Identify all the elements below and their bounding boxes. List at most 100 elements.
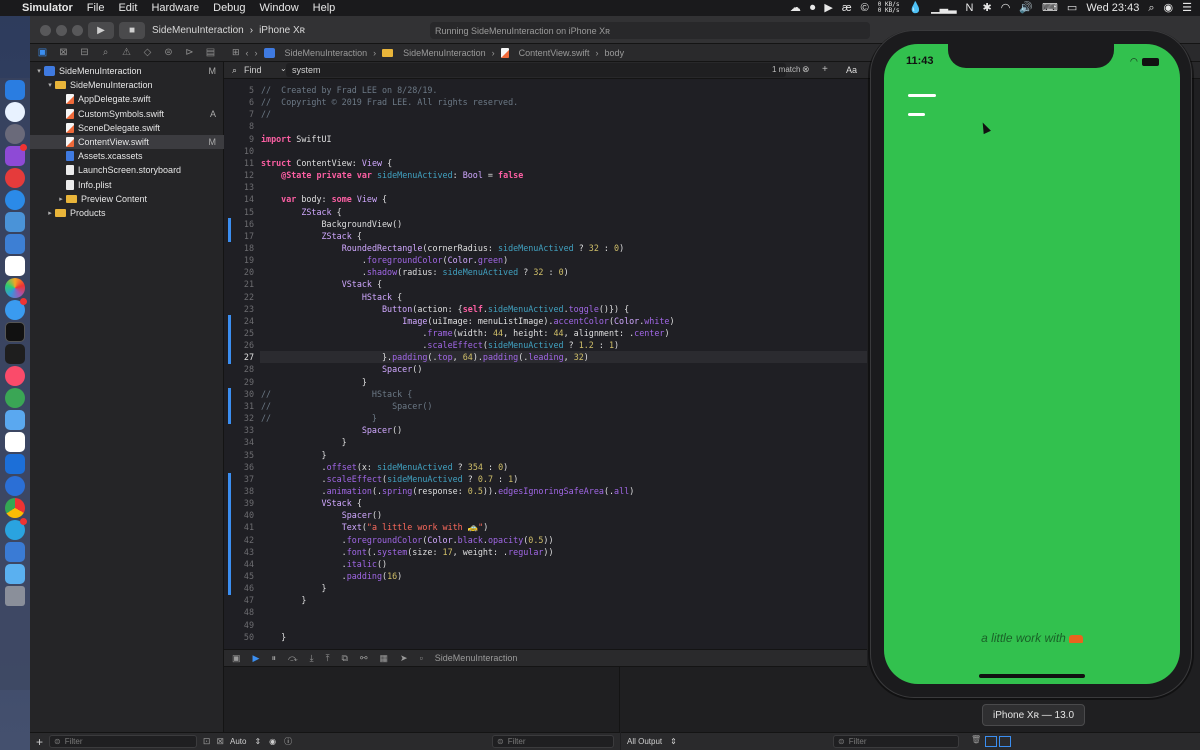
line-number[interactable]: 23 xyxy=(224,304,254,314)
code-line[interactable]: .scaleEffect(sideMenuActived ? 0.7 : 1) xyxy=(261,474,519,484)
warning-icon[interactable]: ⚠ xyxy=(120,47,133,58)
console-filter-input[interactable]: ⊜ Filter xyxy=(833,735,959,748)
network-app-icon[interactable] xyxy=(5,388,25,408)
test-icon[interactable]: ◇ xyxy=(141,47,154,58)
bluetooth-icon[interactable]: ✱ xyxy=(983,0,992,16)
hide-debug-area-icon[interactable]: ▣ xyxy=(232,653,241,664)
line-number[interactable]: 11 xyxy=(224,158,254,168)
eye-icon[interactable]: ◉ xyxy=(269,737,276,746)
output-selector[interactable]: All Output xyxy=(627,737,662,746)
network-monitor[interactable]: 0 KB/s 0 KB/s xyxy=(878,2,900,14)
line-number[interactable]: 16 xyxy=(224,219,254,229)
line-number[interactable]: 47 xyxy=(224,595,254,605)
jump-crumb-file[interactable]: ContentView.swift xyxy=(519,48,590,58)
code-line[interactable]: } xyxy=(261,377,367,387)
code-line[interactable]: }.padding(.top, 64).padding(.leading, 32… xyxy=(261,352,589,362)
find-input[interactable]: system xyxy=(286,63,786,77)
figma-icon[interactable] xyxy=(5,344,25,364)
code-line[interactable]: VStack { xyxy=(261,498,362,508)
step-over-icon[interactable]: ⤼ xyxy=(288,653,298,664)
play-icon[interactable]: ▶ xyxy=(824,0,832,16)
line-number[interactable]: 28 xyxy=(224,364,254,374)
line-number[interactable]: 17 xyxy=(224,231,254,241)
code-line[interactable]: .shadow(radius: sideMenuActived ? 32 : 0… xyxy=(261,267,569,277)
photos-icon[interactable] xyxy=(5,278,25,298)
code-line[interactable]: Spacer() xyxy=(261,425,402,435)
jump-crumb-folder[interactable]: SideMenuInteraction xyxy=(403,48,486,58)
line-number[interactable]: 42 xyxy=(224,535,254,545)
disclosure-closed-icon[interactable]: ▸ xyxy=(56,195,66,203)
omnifocus-icon[interactable] xyxy=(5,144,27,166)
source-editor[interactable]: 5 // Created by Frad LEE on 8/28/19. 6 // C… xyxy=(224,79,867,649)
stop-button[interactable]: ■ xyxy=(119,22,145,39)
variables-filter-input[interactable]: ⊜ Filter xyxy=(492,735,614,748)
changed-files-icon[interactable]: ⊠ xyxy=(216,736,224,747)
copyright-icon[interactable]: © xyxy=(861,0,869,16)
line-number[interactable]: 9 xyxy=(224,134,254,144)
safari-icon[interactable] xyxy=(5,102,25,122)
line-number[interactable]: 31 xyxy=(224,401,254,411)
code-line[interactable]: } xyxy=(261,450,327,460)
code-line[interactable]: @State private var sideMenuActived: Bool… xyxy=(261,170,523,180)
disclosure-open-icon[interactable]: ▾ xyxy=(34,67,44,75)
step-out-icon[interactable]: ⤒ xyxy=(326,653,330,664)
debug-target-name[interactable]: SideMenuInteraction xyxy=(435,653,518,663)
code-line[interactable]: .frame(width: 44, height: 44, alignment:… xyxy=(261,328,669,338)
side-menu-button-line-top[interactable] xyxy=(908,94,936,97)
navigator-item[interactable]: LaunchScreen.storyboard xyxy=(30,163,224,177)
split-view-right-icon[interactable] xyxy=(999,736,1011,747)
line-number[interactable]: 18 xyxy=(224,243,254,253)
line-number[interactable]: 39 xyxy=(224,498,254,508)
jump-crumb-project[interactable]: SideMenuInteraction xyxy=(285,48,368,58)
text-replace-icon[interactable]: æ xyxy=(842,0,852,16)
navigator-item[interactable]: ▸ Preview Content xyxy=(30,192,224,206)
code-line[interactable]: .scaleEffect(sideMenuActived ? 1.2 : 1) xyxy=(261,340,619,350)
code-line[interactable]: .padding(16) xyxy=(261,571,403,581)
line-number[interactable]: 25 xyxy=(224,328,254,338)
navigator-item[interactable]: ContentView.swift M xyxy=(30,135,224,149)
cloud-icon[interactable]: ☁ xyxy=(790,0,801,16)
keyboard-icon[interactable]: ⌨ xyxy=(1042,0,1058,16)
line-number[interactable]: 13 xyxy=(224,182,254,192)
navigator-item[interactable]: ▸ Products xyxy=(30,206,224,220)
launchpad-icon[interactable] xyxy=(5,124,25,144)
code-line[interactable]: // } xyxy=(261,413,377,423)
code-line[interactable]: // HStack { xyxy=(261,389,412,399)
line-number[interactable]: 43 xyxy=(224,547,254,557)
blocker-icon[interactable] xyxy=(5,168,25,188)
run-button[interactable]: ▶ xyxy=(88,22,114,39)
code-line[interactable]: // Created by Frad LEE on 8/28/19. xyxy=(261,85,437,95)
location-icon[interactable]: ➤ xyxy=(400,653,408,664)
info-icon[interactable]: ⓘ xyxy=(284,736,292,747)
navigator-item[interactable]: SceneDelegate.swift xyxy=(30,121,224,135)
line-number[interactable]: 12 xyxy=(224,170,254,180)
line-number[interactable]: 15 xyxy=(224,207,254,217)
line-number[interactable]: 38 xyxy=(224,486,254,496)
add-icon[interactable]: + xyxy=(36,735,43,749)
memory-graph-icon[interactable]: ⚯ xyxy=(360,653,368,664)
line-number[interactable]: 29 xyxy=(224,377,254,387)
line-number[interactable]: 35 xyxy=(224,450,254,460)
code-line[interactable]: .font(.system(size: 17, weight: .regular… xyxy=(261,547,554,557)
notification-center-icon[interactable]: ☰ xyxy=(1182,0,1192,16)
code-line[interactable]: Spacer() xyxy=(261,364,422,374)
line-number[interactable]: 33 xyxy=(224,425,254,435)
code-line[interactable]: Spacer() xyxy=(261,510,382,520)
pencil-app-icon[interactable] xyxy=(5,234,25,254)
line-number[interactable]: 45 xyxy=(224,571,254,581)
messages-icon[interactable] xyxy=(5,298,27,320)
siri-icon[interactable]: ◉ xyxy=(1164,0,1174,16)
calendar-icon[interactable] xyxy=(5,256,25,276)
recent-files-icon[interactable]: ⊡ xyxy=(203,736,211,747)
line-number[interactable]: 6 xyxy=(224,97,254,107)
search-icon[interactable]: ⌕ xyxy=(1148,0,1154,16)
zoom-window-button[interactable] xyxy=(72,25,83,36)
clear-search-icon[interactable]: ⊗ xyxy=(802,64,810,75)
app-menu[interactable]: Simulator xyxy=(22,2,73,14)
add-pattern-icon[interactable]: + xyxy=(822,64,828,75)
line-number[interactable]: 40 xyxy=(224,510,254,520)
line-number[interactable]: 46 xyxy=(224,583,254,593)
code-line[interactable]: ZStack { xyxy=(261,231,362,241)
auto-scope-selector[interactable]: Auto xyxy=(230,737,246,746)
folder-icon[interactable]: ▣ xyxy=(36,47,49,58)
